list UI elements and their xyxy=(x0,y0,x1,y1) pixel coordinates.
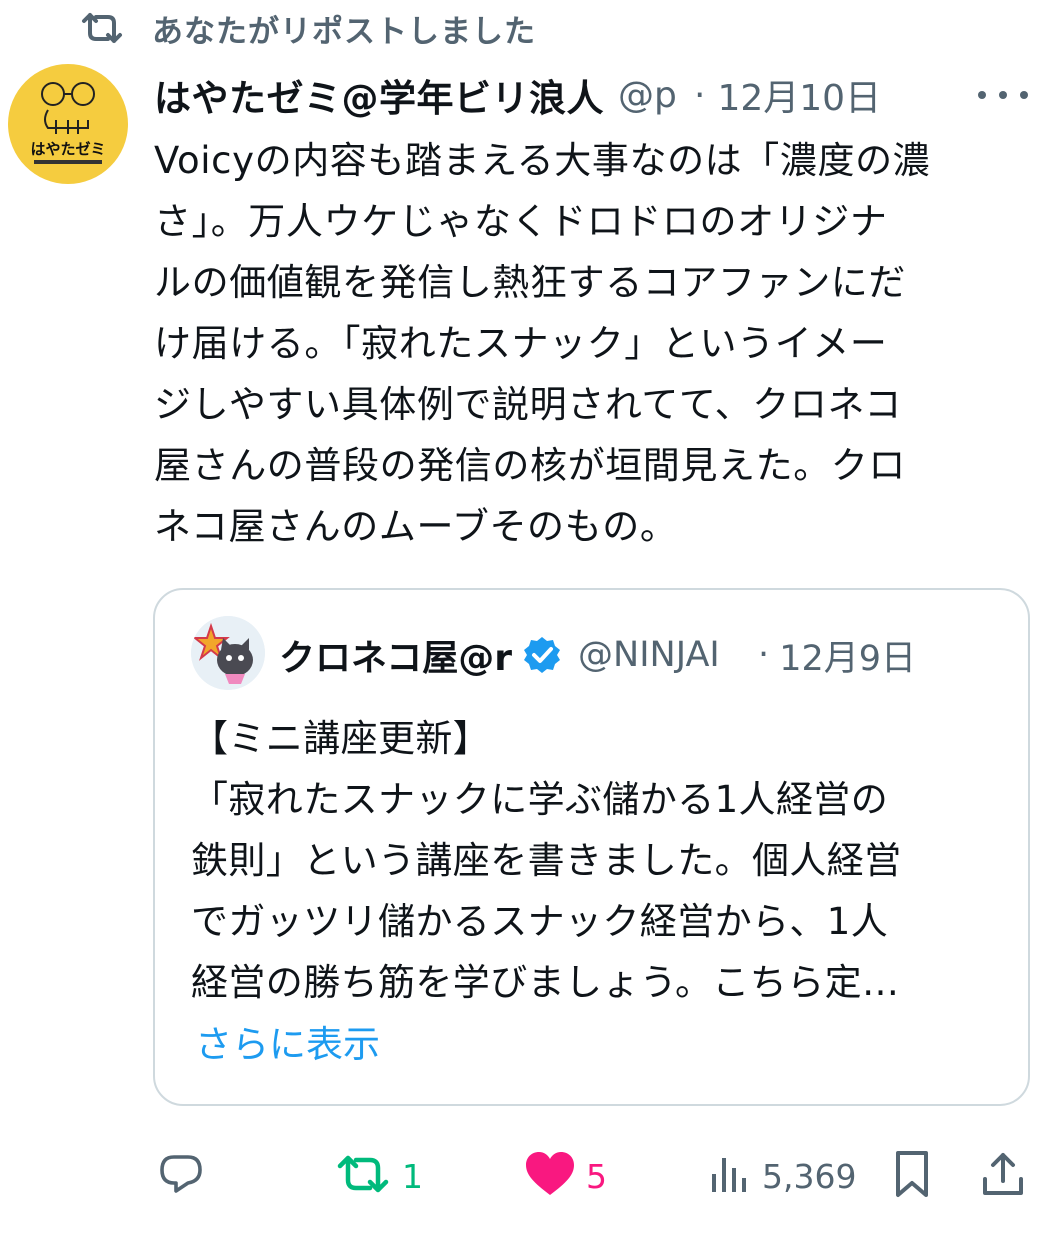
quoted-tweet-header: クロネコ屋@r @NINJAI · 12月9日 xyxy=(279,628,916,682)
author-handle[interactable]: @p xyxy=(618,75,688,116)
quoted-author-avatar[interactable] xyxy=(191,616,265,690)
quoted-tweet-card[interactable]: クロネコ屋@r @NINJAI · 12月9日 【ミニ講座更新】 「寂れたスナッ… xyxy=(153,588,1030,1106)
like-button[interactable]: 5 xyxy=(524,1146,607,1206)
tweet-text: Voicyの内容も踏まえる大事なのは「濃度の濃 さ」。万人ウケじゃなくドロドロの… xyxy=(154,130,1034,557)
repost-notice[interactable]: あなたがリポストしました xyxy=(78,4,536,52)
quoted-text-line: 経営の勝ち筋を学びましょう。こちら定… xyxy=(191,961,900,1004)
tweet-date[interactable]: 12月10日 xyxy=(717,69,881,121)
tweet-text-line: け届ける。「寂れたスナック」というイメー xyxy=(154,322,888,365)
retweet-count: 1 xyxy=(402,1156,423,1196)
repost-icon xyxy=(78,8,130,48)
avatar-logo: はやたゼミ xyxy=(30,82,106,164)
repost-notice-text: あなたがリポストしました xyxy=(152,13,536,50)
views-count: 5,369 xyxy=(762,1156,857,1196)
views-button[interactable]: 5,369 xyxy=(708,1146,856,1206)
retweet-button[interactable]: 1 xyxy=(334,1146,423,1206)
quoted-text-line: 「寂れたスナックに学ぶ儲かる1人経営の xyxy=(191,778,889,821)
tweet-text-line: ネコ屋さんのムーブそのもの。 xyxy=(154,505,678,548)
action-bar: 1 5 5,369 xyxy=(152,1146,1032,1206)
quoted-author-name[interactable]: クロネコ屋@r xyxy=(279,629,512,681)
bookmark-icon xyxy=(890,1149,934,1203)
quoted-text-line: でガッツリ儲かるスナック経営から、1人 xyxy=(191,900,889,943)
author-name[interactable]: はやたゼミ@学年ビリ浪人 xyxy=(154,68,604,122)
tweet-text-line: ルの価値観を発信し熱狂するコアファンにだ xyxy=(154,261,906,304)
heart-icon xyxy=(524,1151,576,1201)
quoted-tweet-text: 【ミニ講座更新】 「寂れたスナックに学ぶ儲かる1人経営の 鉄則」という講座を書き… xyxy=(191,708,1001,1013)
bookmark-button[interactable] xyxy=(890,1146,934,1206)
reply-icon xyxy=(156,1149,206,1203)
author-avatar[interactable]: はやたゼミ xyxy=(8,64,128,184)
tweet-text-line: さ」。万人ウケじゃなくドロドロのオリジナ xyxy=(154,200,888,243)
quoted-tweet-date[interactable]: 12月9日 xyxy=(779,630,916,681)
quoted-text-line: 【ミニ講座更新】 xyxy=(191,717,491,760)
tweet-view: あなたがリポストしました はやたゼミ はやたゼミ@学年ビリ浪人 @p · 12月… xyxy=(0,0,1052,1233)
share-icon xyxy=(978,1149,1028,1203)
separator-dot: · xyxy=(758,635,770,675)
views-icon xyxy=(708,1152,752,1200)
tweet-text-line: 屋さんの普段の発信の核が垣間見えた。クロ xyxy=(154,444,906,487)
separator-dot: · xyxy=(694,74,706,116)
share-button[interactable] xyxy=(978,1146,1028,1206)
show-more-link[interactable]: さらに表示 xyxy=(195,1014,380,1068)
svg-text:はやたゼミ: はやたゼミ xyxy=(30,140,105,158)
verified-badge-icon xyxy=(522,635,562,675)
like-count: 5 xyxy=(586,1156,607,1196)
tweet-header: はやたゼミ@学年ビリ浪人 @p · 12月10日 xyxy=(154,66,1034,124)
quoted-text-line: 鉄則」という講座を書きました。個人経営 xyxy=(191,839,902,882)
tweet-text-line: ジしやすい具体例で説明されてて、クロネコ xyxy=(154,383,902,426)
more-options-icon[interactable] xyxy=(978,80,1028,110)
reply-button[interactable] xyxy=(156,1146,206,1206)
quoted-author-handle[interactable]: @NINJAI xyxy=(578,635,754,675)
retweet-icon xyxy=(334,1152,392,1200)
tweet-text-line: Voicyの内容も踏まえる大事なのは「濃度の濃 xyxy=(154,139,931,182)
